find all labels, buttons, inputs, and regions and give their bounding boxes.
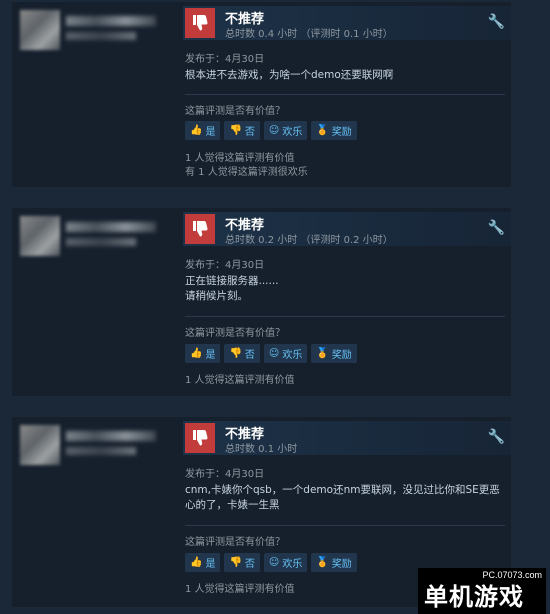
vote-yes-label: 是 bbox=[205, 559, 216, 570]
vote-funny-label: 欢乐 bbox=[282, 559, 303, 570]
vote-funny-label: 欢乐 bbox=[282, 127, 303, 138]
smile-icon: ☺ bbox=[268, 557, 280, 568]
vote-no-button[interactable]: 👎 否 bbox=[224, 121, 260, 140]
award-icon: 🏅 bbox=[316, 557, 329, 568]
smile-icon: ☺ bbox=[268, 348, 280, 359]
award-label: 奖励 bbox=[331, 350, 352, 361]
review-stats: 1 人觉得这篇评测有价值 bbox=[185, 583, 295, 597]
watermark-brand: 单机游戏 bbox=[424, 583, 524, 611]
vote-buttons: 👍 是 👎 否 ☺ 欢乐 🏅 奖励 bbox=[185, 344, 357, 363]
vote-yes-label: 是 bbox=[205, 127, 216, 138]
thumbs-up-icon: 👍 bbox=[190, 557, 203, 568]
vote-funny-button[interactable]: ☺ 欢乐 bbox=[263, 121, 308, 140]
vote-header[interactable]: 不推荐 总时数 0.4 小时 （评测时 0.1 小时） 🔧 bbox=[183, 6, 511, 40]
award-icon: 🏅 bbox=[316, 348, 329, 359]
thumbs-down-icon bbox=[185, 214, 215, 244]
review-author[interactable] bbox=[12, 2, 182, 187]
divider bbox=[185, 94, 505, 95]
funny-count: 有 1 人觉得这篇评测很欢乐 bbox=[185, 167, 308, 178]
thumbs-down-icon: 👎 bbox=[229, 557, 242, 568]
helpful-question: 这篇评测是否有价值？ bbox=[185, 537, 285, 548]
vote-funny-label: 欢乐 bbox=[282, 350, 303, 361]
thumbs-down-icon: 👎 bbox=[229, 125, 242, 136]
vote-funny-button[interactable]: ☺ 欢乐 bbox=[263, 344, 308, 363]
helpful-count: 1 人觉得这篇评测有价值 bbox=[185, 584, 295, 595]
posted-date: 发布于：4月30日 bbox=[185, 260, 265, 271]
review-content: 不推荐 总时数 0.2 小时 （评测时 0.2 小时） 🔧 发布于：4月30日 … bbox=[183, 208, 511, 396]
vote-buttons: 👍 是 👎 否 ☺ 欢乐 🏅 奖励 bbox=[185, 121, 357, 140]
vote-no-label: 否 bbox=[244, 559, 255, 570]
award-label: 奖励 bbox=[331, 127, 352, 138]
thumbs-down-icon bbox=[185, 8, 215, 38]
review-stats: 1 人觉得这篇评测有价值 bbox=[185, 374, 295, 388]
avatar[interactable] bbox=[20, 10, 60, 50]
author-name-blurred[interactable] bbox=[66, 431, 156, 441]
vote-funny-button[interactable]: ☺ 欢乐 bbox=[263, 553, 308, 572]
author-name-blurred[interactable] bbox=[66, 16, 156, 26]
award-icon: 🏅 bbox=[316, 125, 329, 136]
vote-header[interactable]: 不推荐 总时数 0.2 小时 （评测时 0.2 小时） 🔧 bbox=[183, 212, 511, 246]
vote-yes-button[interactable]: 👍 是 bbox=[185, 344, 221, 363]
review-text: 正在链接服务器...... 请稍候片刻。 bbox=[185, 275, 279, 302]
review-card: 不推荐 总时数 0.2 小时 （评测时 0.2 小时） 🔧 发布于：4月30日 … bbox=[12, 208, 511, 396]
posted-date: 发布于：4月30日 bbox=[185, 54, 265, 65]
author-info-blurred bbox=[66, 238, 136, 246]
helpful-count: 1 人觉得这篇评测有价值 bbox=[185, 375, 295, 386]
author-info-blurred bbox=[66, 447, 136, 455]
award-button[interactable]: 🏅 奖励 bbox=[311, 553, 357, 572]
author-name-blurred[interactable] bbox=[66, 222, 156, 232]
thumbs-up-icon: 👍 bbox=[190, 348, 203, 359]
helpful-question: 这篇评测是否有价值？ bbox=[185, 106, 285, 117]
site-watermark: PC.07073.com 单机游戏 bbox=[418, 568, 546, 614]
vote-header[interactable]: 不推荐 总时数 0.1 小时 🔧 bbox=[183, 421, 511, 455]
review-text: cnm,卡婊你个qsb，一个demo还nm要联网，没见过比你和SE更恶心的了，卡… bbox=[185, 484, 500, 511]
divider bbox=[185, 525, 505, 526]
helpful-question: 这篇评测是否有价值？ bbox=[185, 328, 285, 339]
wrench-icon[interactable]: 🔧 bbox=[488, 429, 505, 445]
review-author[interactable] bbox=[12, 208, 182, 396]
playtime: 总时数 0.1 小时 bbox=[225, 444, 298, 455]
wrench-icon[interactable]: 🔧 bbox=[488, 14, 505, 30]
vote-yes-button[interactable]: 👍 是 bbox=[185, 553, 221, 572]
author-info-blurred bbox=[66, 32, 136, 40]
posted-date: 发布于：4月30日 bbox=[185, 469, 265, 480]
vote-no-label: 否 bbox=[244, 127, 255, 138]
vote-yes-label: 是 bbox=[205, 350, 216, 361]
vote-yes-button[interactable]: 👍 是 bbox=[185, 121, 221, 140]
vote-no-button[interactable]: 👎 否 bbox=[224, 553, 260, 572]
thumbs-up-icon: 👍 bbox=[190, 125, 203, 136]
thumbs-down-icon bbox=[185, 423, 215, 453]
award-button[interactable]: 🏅 奖励 bbox=[311, 344, 357, 363]
review-text: 根本进不去游戏，为啥一个demo还要联网啊 bbox=[185, 69, 394, 81]
review-content: 不推荐 总时数 0.4 小时 （评测时 0.1 小时） 🔧 发布于：4月30日 … bbox=[183, 2, 511, 187]
playtime: 总时数 0.2 小时 （评测时 0.2 小时） bbox=[225, 235, 393, 246]
vote-no-label: 否 bbox=[244, 350, 255, 361]
award-button[interactable]: 🏅 奖励 bbox=[311, 121, 357, 140]
wrench-icon[interactable]: 🔧 bbox=[488, 220, 505, 236]
divider bbox=[185, 316, 505, 317]
review-card: 不推荐 总时数 0.4 小时 （评测时 0.1 小时） 🔧 发布于：4月30日 … bbox=[12, 2, 511, 187]
helpful-count: 1 人觉得这篇评测有价值 bbox=[185, 153, 295, 164]
vote-buttons: 👍 是 👎 否 ☺ 欢乐 🏅 奖励 bbox=[185, 553, 357, 572]
avatar[interactable] bbox=[20, 425, 60, 465]
review-author[interactable] bbox=[12, 417, 182, 607]
vote-no-button[interactable]: 👎 否 bbox=[224, 344, 260, 363]
award-label: 奖励 bbox=[331, 559, 352, 570]
playtime: 总时数 0.4 小时 （评测时 0.1 小时） bbox=[225, 29, 393, 40]
review-stats: 1 人觉得这篇评测有价值 有 1 人觉得这篇评测很欢乐 bbox=[185, 152, 308, 180]
thumbs-down-icon: 👎 bbox=[229, 348, 242, 359]
smile-icon: ☺ bbox=[268, 125, 280, 136]
avatar[interactable] bbox=[20, 216, 60, 256]
